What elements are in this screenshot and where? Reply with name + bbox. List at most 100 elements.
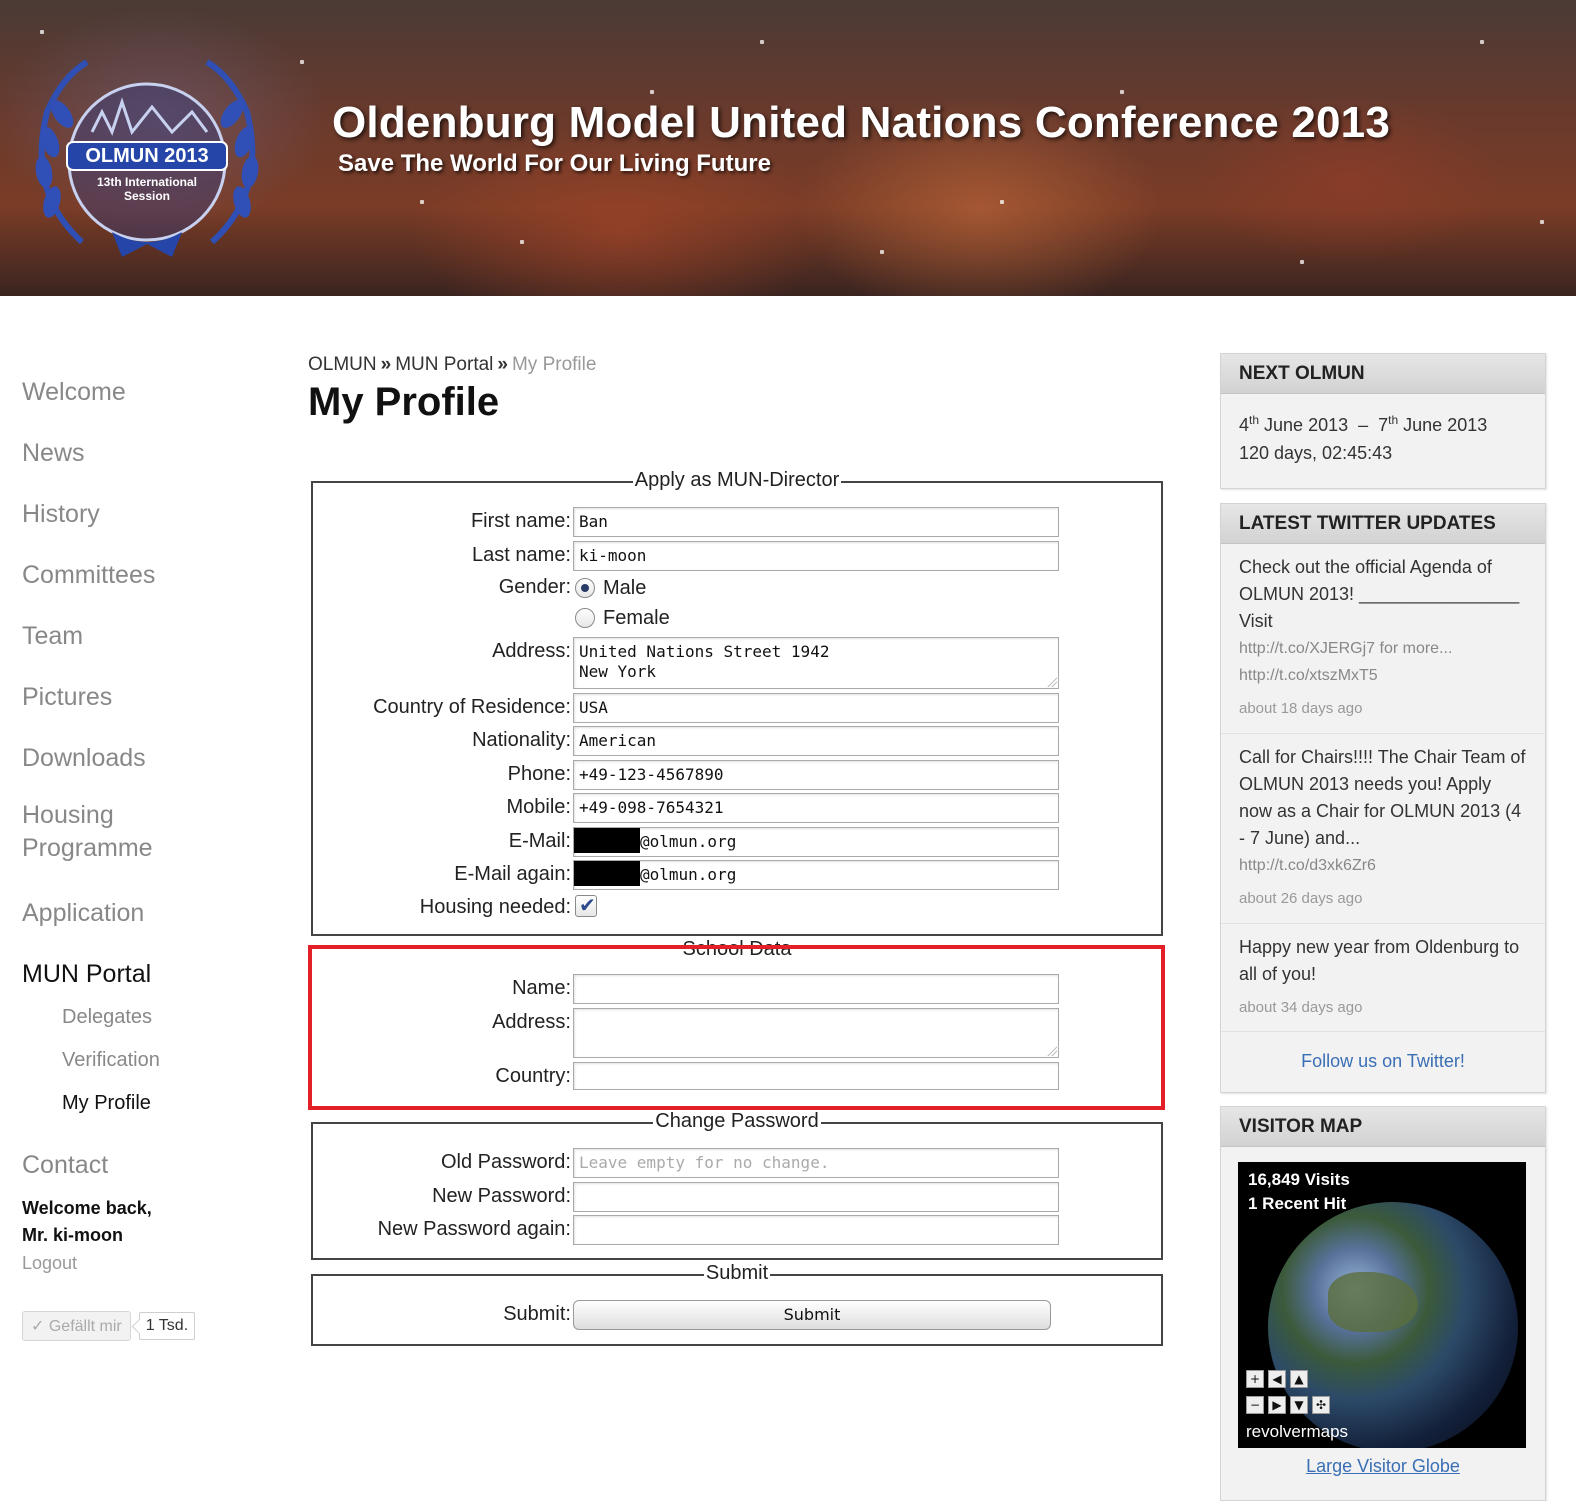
old-password-input[interactable]: Leave empty for no change. bbox=[573, 1148, 1059, 1178]
country-label: Country of Residence: bbox=[373, 696, 571, 718]
zoom-in-icon[interactable]: + bbox=[1246, 1370, 1264, 1388]
main-nav: Welcome News History Committees Team Pic… bbox=[22, 372, 262, 1341]
nav-item-history[interactable]: History bbox=[22, 494, 262, 555]
email-label: E-Mail: bbox=[508, 830, 571, 852]
redacted-block bbox=[574, 861, 640, 886]
new-password-again-input[interactable] bbox=[573, 1215, 1059, 1245]
tweet-text: Happy new year from Oldenburg to all of … bbox=[1239, 937, 1520, 984]
breadcrumb-olmun[interactable]: OLMUN bbox=[308, 354, 377, 375]
welcome-message: Welcome back, Mr. ki-moon bbox=[22, 1195, 262, 1249]
nav-item-committees[interactable]: Committees bbox=[22, 555, 262, 616]
visitor-stats: 16,849 Visits 1 Recent Hit bbox=[1248, 1168, 1350, 1216]
nav-item-mun-portal[interactable]: MUN Portal bbox=[22, 954, 262, 1002]
tweet-time[interactable]: about 26 days ago bbox=[1239, 887, 1527, 911]
mobile-label: Mobile: bbox=[506, 796, 571, 818]
housing-needed-checkbox[interactable] bbox=[575, 893, 597, 917]
nav-housing-line1: Housing bbox=[22, 801, 114, 829]
tweet-link[interactable]: http://t.co/xtszMxT5 bbox=[1239, 662, 1527, 689]
phone-input[interactable]: +49-123-4567890 bbox=[573, 760, 1059, 790]
follow-twitter-link[interactable]: Follow us on Twitter! bbox=[1221, 1032, 1545, 1092]
radio-female[interactable] bbox=[575, 608, 595, 628]
nav-sub-my-profile[interactable]: My Profile bbox=[22, 1088, 262, 1131]
nav-item-news[interactable]: News bbox=[22, 433, 262, 494]
nav-item-pictures[interactable]: Pictures bbox=[22, 677, 262, 738]
tweet-text: Check out the official Agenda of OLMUN 2… bbox=[1239, 557, 1520, 631]
submit-legend: Submit bbox=[703, 1262, 771, 1284]
new-password-input[interactable] bbox=[573, 1182, 1059, 1212]
olmun-logo[interactable]: OLMUN 2013 13th International Session bbox=[22, 52, 272, 262]
nav-item-team[interactable]: Team bbox=[22, 616, 262, 677]
submit-fieldset: Submit Submit: Submit bbox=[311, 1262, 1163, 1346]
address-label: Address: bbox=[492, 640, 571, 662]
first-name-input[interactable]: Ban bbox=[573, 507, 1059, 537]
next-olmun-box: NEXT OLMUN 4th June 2013 – 7th June 2013… bbox=[1220, 353, 1546, 489]
tweet-time[interactable]: about 34 days ago bbox=[1239, 996, 1527, 1020]
address-line2: New York bbox=[579, 662, 657, 681]
email-input[interactable]: @olmun.org bbox=[573, 827, 1059, 857]
countdown: 120 days, 02:45:43 bbox=[1239, 443, 1393, 463]
tweet-link[interactable]: http://t.co/XJERGj7 for more... bbox=[1239, 635, 1527, 662]
nav-item-housing-programme[interactable]: Housing Programme bbox=[22, 799, 262, 893]
submit-button[interactable]: Submit bbox=[573, 1300, 1051, 1330]
address-line1: United Nations Street 1942 bbox=[579, 642, 830, 661]
country-input[interactable]: USA bbox=[573, 693, 1059, 723]
tweet-link[interactable]: http://t.co/d3xk6Zr6 bbox=[1239, 852, 1527, 879]
large-visitor-globe-link[interactable]: Large Visitor Globe bbox=[1220, 1456, 1546, 1477]
last-name-input[interactable]: ki-moon bbox=[573, 541, 1059, 571]
like-button[interactable]: ✓ Gefällt mir bbox=[22, 1311, 131, 1341]
redacted-block bbox=[574, 828, 640, 853]
visit-count: 16,849 Visits bbox=[1248, 1170, 1350, 1189]
gender-female-option[interactable]: Female bbox=[575, 603, 670, 633]
last-name-label: Last name: bbox=[472, 544, 571, 566]
revolvermaps-brand[interactable]: revolvermaps bbox=[1246, 1422, 1348, 1442]
nav-item-contact[interactable]: Contact bbox=[22, 1145, 262, 1193]
recent-hits: 1 Recent Hit bbox=[1248, 1194, 1347, 1213]
next-olmun-dates: 4th June 2013 – 7th June 2013 bbox=[1239, 413, 1488, 435]
visitor-globe[interactable]: 16,849 Visits 1 Recent Hit + ◀ ▲ − ▶ ▼ ✣… bbox=[1238, 1162, 1526, 1448]
twitter-box: LATEST TWITTER UPDATES Check out the off… bbox=[1220, 503, 1546, 1093]
rotate-left-icon[interactable]: ◀ bbox=[1268, 1370, 1286, 1388]
nav-item-application[interactable]: Application bbox=[22, 893, 262, 954]
nationality-input[interactable]: American bbox=[573, 726, 1059, 756]
gender-male-option[interactable]: Male bbox=[575, 573, 646, 603]
housing-needed-label: Housing needed: bbox=[419, 896, 571, 918]
resize-grip-icon[interactable] bbox=[1047, 677, 1057, 687]
rotate-down-icon[interactable]: ▼ bbox=[1290, 1396, 1308, 1414]
tweet-time[interactable]: about 18 days ago bbox=[1239, 697, 1527, 721]
rotate-up-icon[interactable]: ▲ bbox=[1290, 1370, 1308, 1388]
password-legend: Change Password bbox=[653, 1110, 821, 1132]
svg-text:13th International: 13th International bbox=[97, 175, 197, 189]
nav-sub-verification[interactable]: Verification bbox=[22, 1045, 262, 1088]
rotate-right-icon[interactable]: ▶ bbox=[1268, 1396, 1286, 1414]
highlight-box bbox=[308, 945, 1165, 1110]
nav-item-downloads[interactable]: Downloads bbox=[22, 738, 262, 799]
logout-link[interactable]: Logout bbox=[22, 1249, 262, 1277]
welcome-line2: Mr. ki-moon bbox=[22, 1225, 124, 1245]
facebook-like: ✓ Gefällt mir 1 Tsd. bbox=[22, 1311, 262, 1341]
breadcrumb: OLMUN» MUN Portal» My Profile bbox=[308, 354, 596, 376]
password-fieldset: Change Password Old Password: Leave empt… bbox=[311, 1110, 1163, 1260]
nationality-label: Nationality: bbox=[472, 729, 571, 751]
svg-text:Session: Session bbox=[124, 189, 170, 203]
reset-icon[interactable]: ✣ bbox=[1312, 1396, 1330, 1414]
nav-item-welcome[interactable]: Welcome bbox=[22, 372, 262, 433]
tweet-item: Happy new year from Oldenburg to all of … bbox=[1221, 924, 1545, 1032]
radio-male[interactable] bbox=[575, 578, 595, 598]
site-title: Oldenburg Model United Nations Conferenc… bbox=[332, 98, 1391, 147]
submit-label: Submit: bbox=[503, 1303, 571, 1325]
like-count: 1 Tsd. bbox=[138, 1312, 196, 1340]
director-legend: Apply as MUN-Director bbox=[632, 469, 842, 491]
new-password-again-label: New Password again: bbox=[377, 1218, 571, 1240]
breadcrumb-mun-portal[interactable]: MUN Portal bbox=[395, 354, 493, 375]
welcome-line1: Welcome back, bbox=[22, 1198, 152, 1218]
svg-text:OLMUN 2013: OLMUN 2013 bbox=[85, 145, 208, 167]
mobile-input[interactable]: +49-098-7654321 bbox=[573, 793, 1059, 823]
nav-sub-delegates[interactable]: Delegates bbox=[22, 1002, 262, 1045]
new-password-label: New Password: bbox=[432, 1185, 571, 1207]
breadcrumb-current: My Profile bbox=[511, 354, 597, 375]
email-again-input[interactable]: @olmun.org bbox=[573, 860, 1059, 890]
zoom-out-icon[interactable]: − bbox=[1246, 1396, 1264, 1414]
gender-male-label: Male bbox=[603, 576, 647, 599]
address-textarea[interactable]: United Nations Street 1942 New York bbox=[573, 637, 1059, 689]
phone-label: Phone: bbox=[507, 763, 571, 785]
